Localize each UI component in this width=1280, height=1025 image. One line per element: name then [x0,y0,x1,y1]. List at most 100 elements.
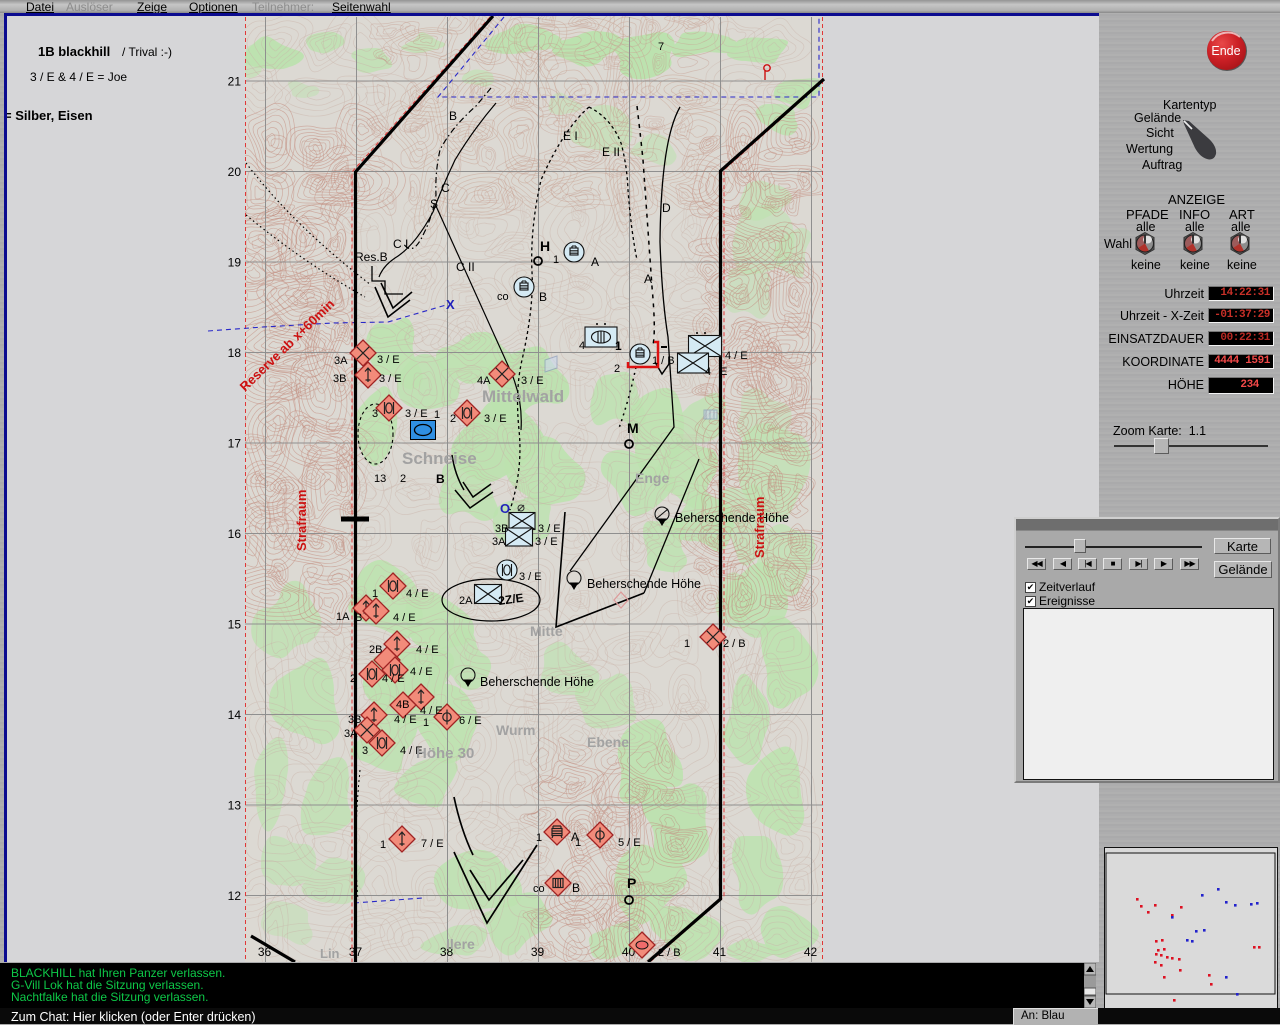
svg-text:14: 14 [228,708,242,722]
svg-text:Strafraum: Strafraum [752,497,767,558]
svg-text:B: B [449,109,457,123]
svg-text:H: H [540,238,550,254]
svg-text:20: 20 [228,165,242,179]
svg-text:3B: 3B [333,373,346,385]
svg-text:4 / E: 4 / E [394,714,417,726]
svg-text:3 / E: 3 / E [535,536,558,548]
svg-text:1 / B: 1 / B [652,355,675,367]
svg-text:3 / E: 3 / E [521,375,544,387]
svg-text:4A: 4A [477,375,491,387]
svg-text:1B blackhill: 1B blackhill [38,44,110,59]
svg-text:3 / E & 4 / E = Joe: 3 / E & 4 / E = Joe [30,70,127,84]
svg-text:12: 12 [228,889,242,903]
svg-text:B: B [539,290,547,304]
svg-text:Beherschende Höhe: Beherschende Höhe [675,511,789,525]
svg-text:B: B [436,472,445,486]
svg-text:A: A [644,272,652,286]
svg-text:1: 1 [423,717,429,729]
svg-text:4 / E: 4 / E [416,644,439,656]
svg-text:17: 17 [228,437,242,451]
svg-text:1: 1 [575,837,581,849]
svg-text:3 / E: 3 / E [538,523,561,535]
svg-text:Ende: Ende [1211,44,1240,58]
svg-text:5 / E: 5 / E [618,837,641,849]
svg-text:1: 1 [553,254,559,266]
svg-text:1: 1 [615,339,622,353]
svg-text:7 / E: 7 / E [421,838,444,850]
svg-text:4: 4 [705,366,711,378]
svg-text:= Silber, Eisen: = Silber, Eisen [7,108,93,123]
svg-text:1: 1 [380,839,386,851]
svg-text:1: 1 [372,588,378,600]
svg-text:C II: C II [456,260,475,274]
svg-text:Mittelwald: Mittelwald [482,387,564,406]
svg-text:4 / E: 4 / E [382,673,405,685]
svg-text:2: 2 [614,363,620,375]
svg-text:Res.B: Res.B [355,250,388,264]
svg-text:3: 3 [372,408,378,420]
svg-text:Mitte: Mitte [530,623,563,639]
svg-text:42: 42 [804,945,818,959]
svg-text:D: D [662,201,671,215]
svg-text:B: B [355,612,362,624]
svg-text:Wurm: Wurm [496,722,535,738]
svg-text:E: E [720,366,727,378]
svg-text:3A: 3A [344,728,358,740]
svg-text:1A: 1A [336,611,350,623]
svg-text:2 / B: 2 / B [723,638,746,650]
svg-text:3B: 3B [495,523,508,535]
svg-text:B: B [572,881,580,895]
svg-text:3 / E: 3 / E [405,408,428,420]
svg-text:19: 19 [228,256,242,270]
svg-text:llere: llere [446,936,475,952]
svg-text:1: 1 [684,638,690,650]
svg-text:Höhe 30: Höhe 30 [416,745,474,762]
svg-text:2A: 2A [459,595,473,607]
svg-text:13: 13 [228,799,242,813]
svg-text:2: 2 [350,673,356,685]
svg-text:C I: C I [393,237,408,251]
svg-text:7: 7 [658,41,664,53]
svg-text:3B: 3B [348,714,361,726]
svg-text:2B: 2B [369,644,382,656]
svg-text:C: C [441,181,450,195]
svg-text:1: 1 [536,832,542,844]
svg-text:Enge: Enge [635,470,669,486]
svg-text:15: 15 [228,618,242,632]
svg-text:3A: 3A [334,355,348,367]
svg-text:Schneise: Schneise [402,449,477,468]
svg-text:4B: 4B [396,699,409,711]
svg-text:2 / B: 2 / B [658,947,681,959]
svg-text:X: X [446,297,455,312]
svg-text:4: 4 [579,340,585,352]
svg-text:1: 1 [434,409,440,421]
svg-text:4 / E: 4 / E [420,705,443,717]
svg-text:Lin: Lin [320,946,340,961]
svg-text:41: 41 [713,945,727,959]
svg-text:3 / E: 3 / E [377,354,400,366]
svg-text:3A: 3A [492,536,506,548]
svg-text:Beherschende Höhe: Beherschende Höhe [587,577,701,591]
svg-text:4 / E: 4 / E [406,588,429,600]
svg-text:S: S [430,197,438,211]
svg-text:6 / E: 6 / E [459,715,482,727]
svg-text:21: 21 [228,75,242,89]
svg-text:4 / E: 4 / E [393,612,416,624]
svg-text:Beherschende Höhe: Beherschende Höhe [480,675,594,689]
svg-text:39: 39 [531,945,545,959]
svg-text:co: co [497,291,509,303]
svg-text:co: co [533,883,545,895]
svg-text:/ Trival :-): / Trival :-) [122,45,172,59]
svg-text:2: 2 [450,413,456,425]
svg-text:2: 2 [400,473,406,485]
svg-text:P: P [627,875,636,891]
svg-text:M: M [627,420,639,436]
svg-text:3: 3 [362,745,368,757]
svg-text:3 / E: 3 / E [484,413,507,425]
svg-text:E II: E II [602,145,620,159]
svg-text:E I: E I [563,129,578,143]
svg-text:Strafraum: Strafraum [294,490,309,551]
svg-text:16: 16 [228,527,242,541]
svg-text:4 / E: 4 / E [410,666,433,678]
svg-text:13: 13 [374,473,386,485]
